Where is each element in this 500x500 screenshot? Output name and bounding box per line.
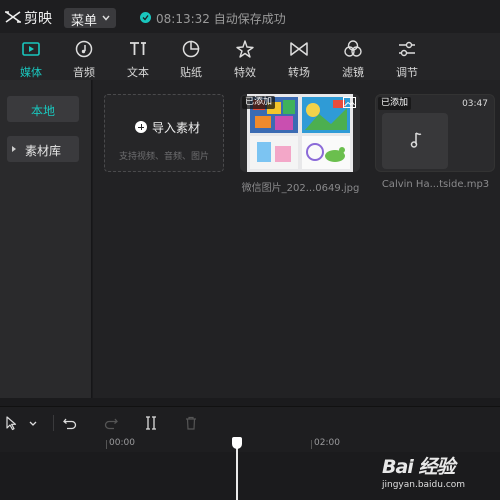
sidebar-item-local[interactable]: 本地	[7, 96, 79, 122]
delete-icon[interactable]	[183, 415, 199, 431]
added-badge: 已添加	[242, 96, 276, 109]
save-status-check-icon	[140, 12, 151, 23]
tab-text-label: 文本	[127, 66, 149, 79]
timeline-ruler[interactable]: 00:00 02:00	[0, 438, 500, 452]
audio-icon	[75, 40, 93, 58]
playhead-handle[interactable]	[232, 437, 242, 449]
tab-text[interactable]: 文本	[113, 37, 163, 79]
tab-filter-label: 滤镜	[342, 66, 364, 79]
menu-button[interactable]: 菜单	[64, 8, 116, 29]
redo-icon[interactable]	[103, 415, 119, 431]
tab-transition[interactable]: 转场	[274, 37, 324, 79]
tab-audio[interactable]: 音频	[59, 37, 109, 79]
media-sidebar: 本地 素材库	[0, 80, 92, 398]
tab-adjust[interactable]: 调节	[382, 37, 432, 79]
sticker-icon	[182, 40, 200, 58]
tab-effects[interactable]: 特效	[220, 37, 270, 79]
media-item-audio[interactable]: 已添加 03:47	[375, 94, 495, 172]
sidebar-item-label: 本地	[30, 104, 55, 118]
import-label: 导入素材	[152, 121, 201, 135]
watermark-logo: Bai 经验	[382, 456, 455, 478]
tab-audio-label: 音频	[73, 66, 95, 79]
tab-adjust-label: 调节	[396, 66, 418, 79]
media-icon	[22, 42, 40, 56]
tab-filter[interactable]: 滤镜	[328, 37, 378, 79]
chevron-down-icon[interactable]	[27, 415, 39, 431]
split-icon[interactable]	[143, 415, 159, 431]
app-name: 剪映	[24, 11, 52, 27]
tab-sticker-label: 贴纸	[180, 66, 202, 79]
audio-duration: 03:47	[462, 99, 488, 109]
media-panel: 导入素材 支持视频、音频、图片 已添加 微信图片_202...0649.jpg …	[93, 80, 500, 398]
media-item-name: 微信图片_202...0649.jpg	[241, 183, 360, 194]
ruler-tick-label: 00:00	[109, 438, 135, 448]
tab-transition-label: 转场	[288, 66, 310, 79]
effects-icon	[236, 40, 254, 58]
ruler-tick-label: 02:00	[314, 438, 340, 448]
tab-media-label: 媒体	[20, 66, 42, 79]
ruler-tick	[106, 440, 107, 449]
import-hint: 支持视频、音频、图片	[118, 152, 209, 162]
save-status-text: 08:13:32 自动保存成功	[156, 12, 286, 26]
tool-tabs: 媒体 音频 文本 贴纸 特效 转场 滤镜 调节	[0, 33, 500, 80]
sidebar-item-library[interactable]: 素材库	[7, 136, 79, 162]
app-logo-icon	[5, 11, 21, 23]
tab-media[interactable]: 媒体	[6, 37, 56, 79]
audio-thumbnail	[382, 113, 448, 169]
baidu-watermark: Bai 经验 jingyan.baidu.com	[382, 452, 500, 500]
title-bar: 剪映 菜单 08:13:32 自动保存成功	[0, 0, 500, 33]
timeline-toolbar	[0, 406, 500, 438]
text-icon	[130, 42, 146, 55]
sidebar-item-label: 素材库	[24, 144, 61, 158]
select-cursor-icon[interactable]	[4, 415, 20, 431]
watermark-url: jingyan.baidu.com	[382, 480, 466, 490]
playhead-line[interactable]	[236, 444, 238, 500]
music-note-icon	[410, 132, 422, 148]
filter-icon	[344, 40, 362, 57]
menu-button-label: 菜单	[71, 14, 98, 29]
undo-icon[interactable]	[62, 415, 78, 431]
tab-effects-label: 特效	[234, 66, 256, 79]
chevron-down-icon	[102, 15, 110, 21]
added-badge: 已添加	[378, 97, 412, 110]
image-type-icon	[343, 97, 356, 108]
import-media-button[interactable]: 导入素材 支持视频、音频、图片	[104, 94, 224, 172]
toolbar-divider	[53, 415, 54, 431]
plus-icon	[135, 121, 147, 133]
adjust-icon	[399, 41, 415, 57]
transition-icon	[290, 42, 308, 56]
media-item-image[interactable]: 已添加	[240, 94, 360, 172]
tab-sticker[interactable]: 贴纸	[166, 37, 216, 79]
ruler-tick	[311, 440, 312, 449]
media-item-name: Calvin Ha...tside.mp3	[381, 179, 490, 190]
